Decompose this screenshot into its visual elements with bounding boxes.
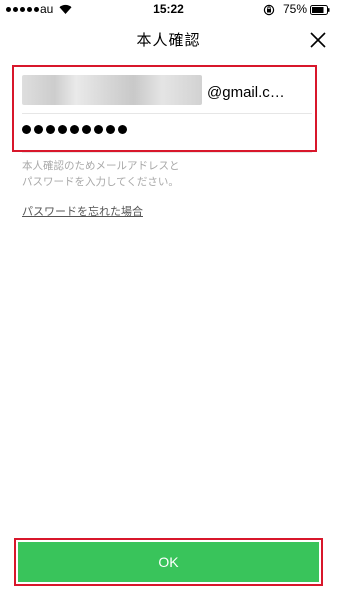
- password-dots: [22, 125, 127, 134]
- status-bar: au 15:22 75%: [0, 0, 337, 20]
- rotation-lock-icon: [263, 4, 275, 16]
- close-icon[interactable]: [308, 30, 328, 50]
- battery-icon: [310, 5, 330, 15]
- email-field[interactable]: @gmail.c…: [22, 75, 312, 114]
- forgot-password-link[interactable]: パスワードを忘れた場合: [22, 203, 143, 219]
- email-domain-text: @gmail.c…: [207, 84, 285, 101]
- battery-percent: 75%: [283, 2, 308, 16]
- page-title: 本人確認: [136, 31, 201, 49]
- helper-text: 本人確認のためメールアドレスと パスワードを入力してください。: [22, 160, 180, 188]
- header: 本人確認: [0, 20, 337, 60]
- ok-button[interactable]: OK: [18, 542, 319, 582]
- password-field[interactable]: [22, 114, 312, 153]
- email-masked-area: [22, 75, 202, 105]
